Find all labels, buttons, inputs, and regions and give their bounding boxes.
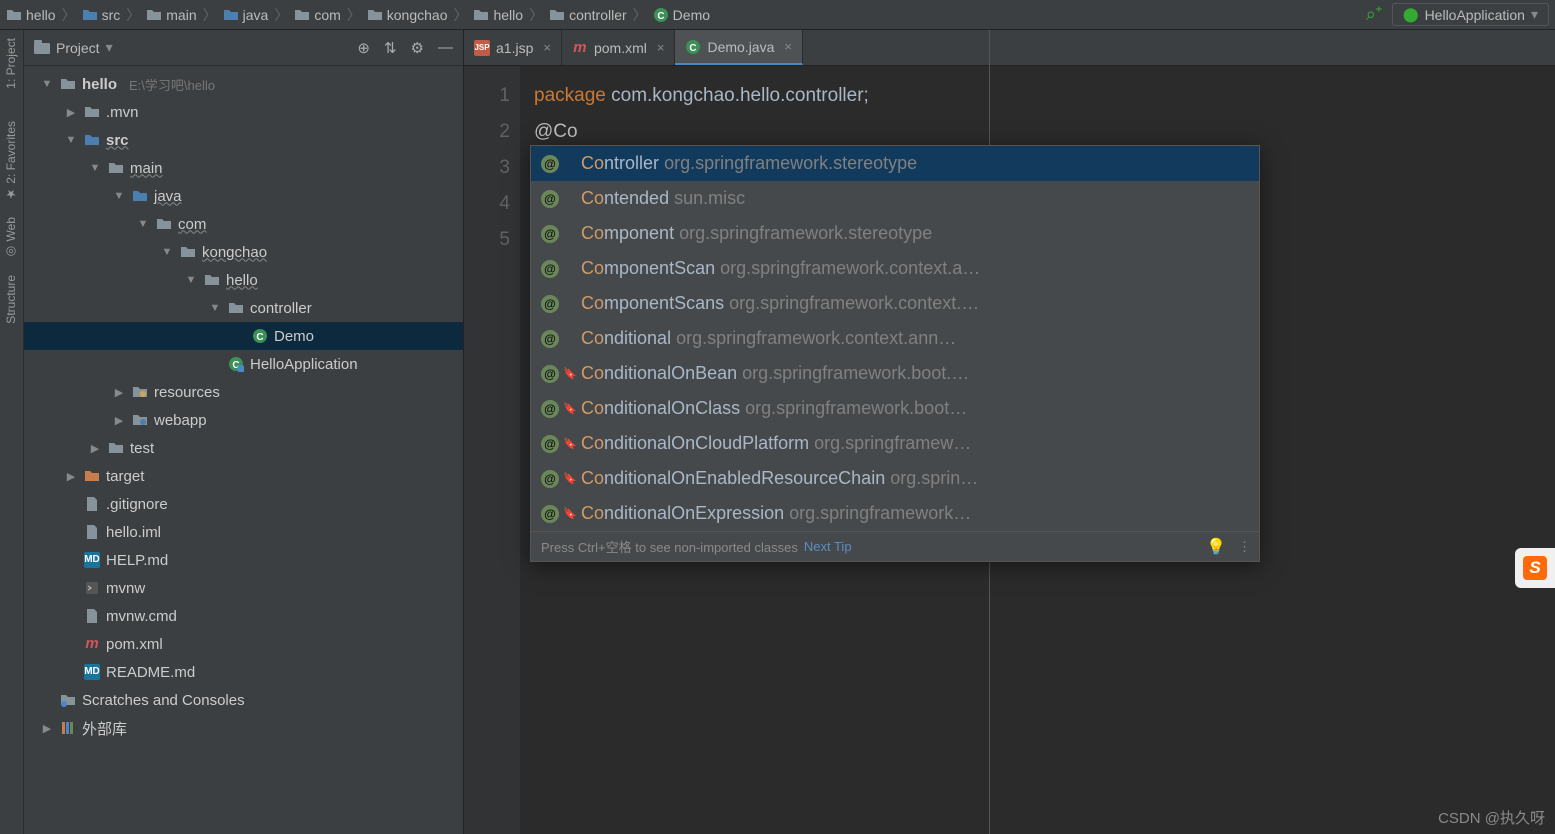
breadcrumb: hello〉src〉main〉java〉com〉kongchao〉hello〉c…	[6, 5, 710, 25]
tree-item[interactable]: ▶test	[24, 434, 463, 462]
completion-item[interactable]: @🔖ConditionalOnEnabledResourceChain org.…	[531, 461, 1259, 496]
run-config-label: HelloApplication	[1425, 7, 1525, 23]
tree-item[interactable]: ▼src	[24, 126, 463, 154]
editor-tab[interactable]: mpom.xml×	[562, 30, 676, 65]
tree-item[interactable]: MDREADME.md	[24, 658, 463, 686]
tool-tab[interactable]: Structure	[0, 267, 22, 332]
annotation-icon: @	[541, 155, 559, 173]
close-icon[interactable]: ×	[784, 39, 792, 54]
tool-tab[interactable]: ◎ Web	[0, 209, 22, 267]
tree-item[interactable]: CHelloApplication	[24, 350, 463, 378]
breadcrumb-item[interactable]: hello	[6, 7, 56, 23]
tree-item[interactable]: Scratches and Consoles	[24, 686, 463, 714]
editor-tabs: JSPa1.jsp×mpom.xml×CDemo.java×	[464, 30, 1555, 66]
project-toolbar: Project ▾ ⊕ ⇅ ⚙ —	[24, 30, 463, 66]
close-icon[interactable]: ×	[543, 40, 551, 55]
tree-item[interactable]: ▶.mvn	[24, 98, 463, 126]
breadcrumb-item[interactable]: hello	[473, 7, 523, 23]
close-icon[interactable]: ×	[657, 40, 665, 55]
toolbar-button[interactable]: —	[438, 39, 453, 57]
search-icon[interactable]: ⌕⁺	[1366, 4, 1382, 25]
tree-item[interactable]: ▼main	[24, 154, 463, 182]
svg-text:C: C	[256, 332, 263, 343]
annotation-icon: @	[541, 505, 559, 523]
more-icon[interactable]: ⋮	[1238, 539, 1249, 555]
breadcrumb-item[interactable]: main	[146, 7, 196, 23]
svg-text:C: C	[657, 11, 664, 22]
annotation-icon: @	[541, 260, 559, 278]
tree-item[interactable]: ▶外部库	[24, 714, 463, 742]
left-tool-strip: 1: Project ★ 2: Favorites◎ WebStructure	[0, 30, 24, 834]
project-tree[interactable]: ▼helloE:\学习吧\hello▶.mvn▼src▼main▼java▼co…	[24, 66, 463, 834]
completion-item[interactable]: @🔖ConditionalOnClass org.springframework…	[531, 391, 1259, 426]
tree-item[interactable]: mvnw.cmd	[24, 602, 463, 630]
breadcrumb-item[interactable]: CDemo	[653, 7, 710, 23]
annotation-icon: @	[541, 470, 559, 488]
project-view-selector[interactable]: Project ▾	[34, 39, 113, 56]
tree-item[interactable]: hello.iml	[24, 518, 463, 546]
tree-item[interactable]: ▶target	[24, 462, 463, 490]
breadcrumb-item[interactable]: kongchao	[367, 7, 448, 23]
annotation-icon: @	[541, 400, 559, 418]
tree-item[interactable]: MDHELP.md	[24, 546, 463, 574]
breadcrumb-item[interactable]: com	[294, 7, 340, 23]
tree-item[interactable]: ▼hello	[24, 266, 463, 294]
tree-item[interactable]: ▼helloE:\学习吧\hello	[24, 70, 463, 98]
completion-item[interactable]: @Conditional org.springframework.context…	[531, 321, 1259, 356]
completion-item[interactable]: @ComponentScans org.springframework.cont…	[531, 286, 1259, 321]
tree-item[interactable]: ▼com	[24, 210, 463, 238]
line-gutter: 12345	[464, 66, 520, 834]
watermark: CSDN @执久呀	[1438, 807, 1545, 828]
annotation-icon: @	[541, 330, 559, 348]
annotation-icon: @	[541, 190, 559, 208]
breadcrumb-item[interactable]: src	[82, 7, 121, 23]
completion-item[interactable]: @🔖ConditionalOnExpression org.springfram…	[531, 496, 1259, 531]
toolbar-button[interactable]: ⊕	[357, 39, 370, 57]
tree-item[interactable]: ▶webapp	[24, 406, 463, 434]
completion-item[interactable]: @🔖ConditionalOnBean org.springframework.…	[531, 356, 1259, 391]
tree-item[interactable]: ▶resources	[24, 378, 463, 406]
ime-indicator[interactable]: S	[1515, 548, 1555, 588]
tree-item[interactable]: ▼java	[24, 182, 463, 210]
tool-tab[interactable]: ★ 2: Favorites	[0, 113, 22, 209]
breadcrumb-item[interactable]: controller	[549, 7, 627, 23]
completion-item[interactable]: @Controller org.springframework.stereoty…	[531, 146, 1259, 181]
svg-text:C: C	[690, 43, 697, 54]
editor-tab[interactable]: JSPa1.jsp×	[464, 30, 562, 65]
toolbar-button[interactable]: ⚙	[411, 39, 424, 57]
popup-footer: Press Ctrl+空格 to see non-imported classe…	[531, 531, 1259, 561]
completion-item[interactable]: @🔖ConditionalOnCloudPlatform org.springf…	[531, 426, 1259, 461]
annotation-icon: @	[541, 295, 559, 313]
breadcrumb-item[interactable]: java	[223, 7, 269, 23]
completion-item[interactable]: @Contended sun.misc	[531, 181, 1259, 216]
tree-item[interactable]: ▼controller	[24, 294, 463, 322]
tree-item[interactable]: mpom.xml	[24, 630, 463, 658]
completion-item[interactable]: @ComponentScan org.springframework.conte…	[531, 251, 1259, 286]
completion-item[interactable]: @Component org.springframework.stereotyp…	[531, 216, 1259, 251]
tool-tab[interactable]: 1: Project	[0, 30, 22, 97]
tree-item[interactable]: mvnw	[24, 574, 463, 602]
toolbar-button[interactable]: ⇅	[384, 39, 397, 57]
code-completion-popup[interactable]: @Controller org.springframework.stereoty…	[530, 145, 1260, 562]
run-configuration-selector[interactable]: ⬤ HelloApplication ▾	[1392, 3, 1549, 26]
bulb-icon[interactable]: 💡	[1206, 537, 1226, 557]
tree-item[interactable]: CDemo	[24, 322, 463, 350]
next-tip-link[interactable]: Next Tip	[804, 539, 852, 554]
annotation-icon: @	[541, 225, 559, 243]
tree-item[interactable]: .gitignore	[24, 490, 463, 518]
annotation-icon: @	[541, 435, 559, 453]
annotation-icon: @	[541, 365, 559, 383]
editor-tab[interactable]: CDemo.java×	[675, 30, 803, 65]
tool-tab[interactable]	[0, 97, 8, 113]
navigation-bar: hello〉src〉main〉java〉com〉kongchao〉hello〉c…	[0, 0, 1555, 30]
project-tool-window: Project ▾ ⊕ ⇅ ⚙ — ▼helloE:\学习吧\hello▶.mvn▼s…	[24, 30, 464, 834]
tree-item[interactable]: ▼kongchao	[24, 238, 463, 266]
